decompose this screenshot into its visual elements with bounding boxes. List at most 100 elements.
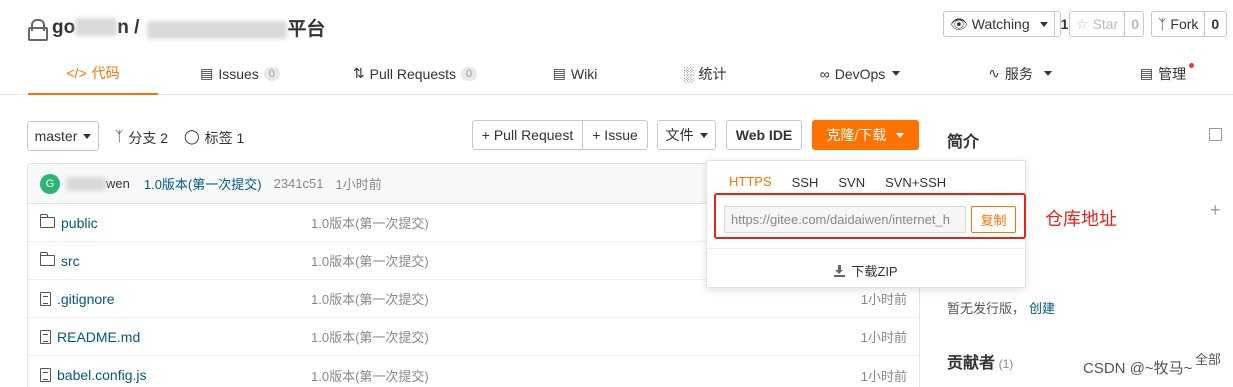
tab-stats[interactable]: ░ 统计 [670, 52, 740, 95]
file-name[interactable]: public [61, 215, 98, 231]
pull-request-icon: ⇅ [352, 65, 365, 81]
chevron-down-icon [699, 132, 708, 138]
branches-link[interactable]: ᛉ 分支 2 [115, 128, 168, 148]
tags-label: 标签 1 [204, 130, 245, 146]
file-commit-message[interactable]: 1.0版本(第一次提交) [311, 289, 429, 308]
lock-icon [28, 18, 48, 41]
file-row[interactable]: babel.config.js 1.0版本(第一次提交) 1小时前 [28, 356, 919, 387]
star-button[interactable]: ☆ Star 0 [1069, 11, 1144, 37]
watermark: CSDN @~牧马~ [1083, 360, 1193, 377]
all-contributors-link[interactable]: 全部 [1195, 349, 1221, 368]
tab-badge: 0 [263, 66, 280, 81]
issue-label: + Issue [592, 127, 638, 143]
repo-title: go n / 平台 [28, 14, 325, 41]
avatar[interactable]: G [40, 173, 60, 194]
download-icon [834, 264, 846, 277]
tab-devops[interactable]: ∞ DevOps [805, 52, 915, 95]
tab-svn[interactable]: SVN [828, 169, 875, 195]
branch-icon: ᛉ [115, 128, 124, 144]
tab-svn-ssh[interactable]: SVN+SSH [875, 169, 956, 195]
tab-pull-requests[interactable]: ⇅ Pull Requests 0 [345, 52, 485, 95]
file-time: 1小时前 [860, 292, 907, 307]
chevron-down-icon [83, 133, 92, 139]
redacted-owner [75, 18, 118, 37]
tab-label: 管理 [1158, 65, 1187, 82]
web-ide-label: Web IDE [735, 127, 793, 143]
chevron-down-icon [1039, 21, 1048, 27]
fork-icon: ᛉ [1158, 16, 1167, 32]
tab-label: Wiki [570, 65, 598, 82]
fork-count: 0 [1204, 12, 1225, 36]
owner-suffix: n / [117, 16, 140, 38]
repo-owner[interactable]: go n / [52, 17, 139, 39]
file-icon [40, 329, 51, 344]
branch-select[interactable]: master [27, 121, 99, 151]
tab-issues[interactable]: ▤ Issues 0 [190, 52, 290, 95]
watch-label: Watching [971, 16, 1030, 32]
commit-message[interactable]: 1.0版本(第一次提交) [144, 174, 262, 193]
tab-code[interactable]: </> 代码 [28, 52, 158, 95]
create-release-link[interactable]: 创建 [1029, 301, 1055, 316]
author-suffix: wen [106, 176, 130, 191]
tab-manage[interactable]: ▤ 管理 [1128, 52, 1208, 95]
annotation-text: 仓库地址 [1045, 209, 1117, 229]
fork-label: Fork [1170, 16, 1199, 32]
file-name[interactable]: src [61, 253, 80, 269]
repo-name[interactable]: 平台 [147, 14, 325, 41]
file-icon [40, 291, 51, 306]
file-commit-message[interactable]: 1.0版本(第一次提交) [311, 213, 429, 232]
chevron-down-icon [896, 132, 905, 138]
tab-label: 代码 [91, 64, 120, 81]
new-pull-request-button[interactable]: + Pull Request [472, 120, 583, 150]
file-name[interactable]: README.md [57, 329, 140, 345]
commit-author[interactable]: wen [66, 176, 130, 191]
intro-title: 简介 [947, 134, 980, 151]
tab-service[interactable]: ∿ 服务 [975, 52, 1065, 95]
tab-ssh[interactable]: SSH [782, 169, 829, 195]
repo-suffix: 平台 [287, 19, 326, 40]
tab-wiki[interactable]: ▤ Wiki [540, 52, 610, 95]
plus-icon[interactable]: + [1210, 200, 1221, 221]
web-ide-button[interactable]: Web IDE [726, 120, 802, 150]
chevron-down-icon [892, 71, 901, 76]
fork-button[interactable]: ᛉ Fork 0 [1151, 11, 1227, 37]
clone-download-button[interactable]: 克隆/下载 [812, 120, 919, 150]
tags-link[interactable]: ◯ 标签 1 [184, 128, 244, 148]
stats-icon: ░ [683, 65, 694, 82]
tab-https[interactable]: HTTPS [719, 169, 782, 195]
chevron-down-icon [1043, 71, 1052, 76]
redacted-repo [147, 20, 288, 39]
file-menu-button[interactable]: 文件 [657, 120, 716, 150]
watch-button[interactable]: 👁 Watching 1 [943, 11, 1068, 37]
contributors-title: 贡献者 [947, 355, 996, 372]
download-label: 下载ZIP [851, 264, 898, 279]
new-issue-button[interactable]: + Issue [582, 120, 648, 150]
edit-icon[interactable] [1209, 128, 1222, 141]
code-icon: </> [66, 64, 87, 81]
file-name[interactable]: .gitignore [57, 291, 115, 307]
wiki-icon: ▤ [552, 65, 566, 81]
tab-label: Issues [218, 65, 259, 82]
contributors-heading: 贡献者 (1) [947, 349, 1013, 373]
download-zip-link[interactable]: 下载ZIP [707, 261, 1025, 280]
file-time: 1小时前 [860, 368, 907, 384]
file-commit-message[interactable]: 1.0版本(第一次提交) [311, 327, 429, 346]
file-commit-message[interactable]: 1.0版本(第一次提交) [311, 366, 429, 385]
file-commit-message[interactable]: 1.0版本(第一次提交) [311, 251, 429, 270]
devops-icon: ∞ [819, 65, 830, 82]
redacted-author [66, 176, 106, 191]
tab-label: Pull Requests [369, 65, 456, 82]
manage-icon: ▤ [1139, 65, 1154, 81]
file-row[interactable]: README.md 1.0版本(第一次提交) 1小时前 [28, 318, 919, 356]
file-name[interactable]: babel.config.js [57, 367, 147, 383]
commit-hash[interactable]: 2341c51 [274, 176, 324, 191]
annotation-box [714, 193, 1026, 239]
star-label: Star [1092, 16, 1119, 32]
clone-label: 克隆/下载 [826, 127, 887, 143]
issues-icon: ▤ [200, 65, 214, 81]
divider [707, 248, 1025, 249]
eye-icon: 👁 [950, 15, 968, 32]
folder-icon [39, 252, 55, 266]
pull-request-label: + Pull Request [481, 127, 574, 143]
owner-prefix: go [52, 16, 76, 38]
